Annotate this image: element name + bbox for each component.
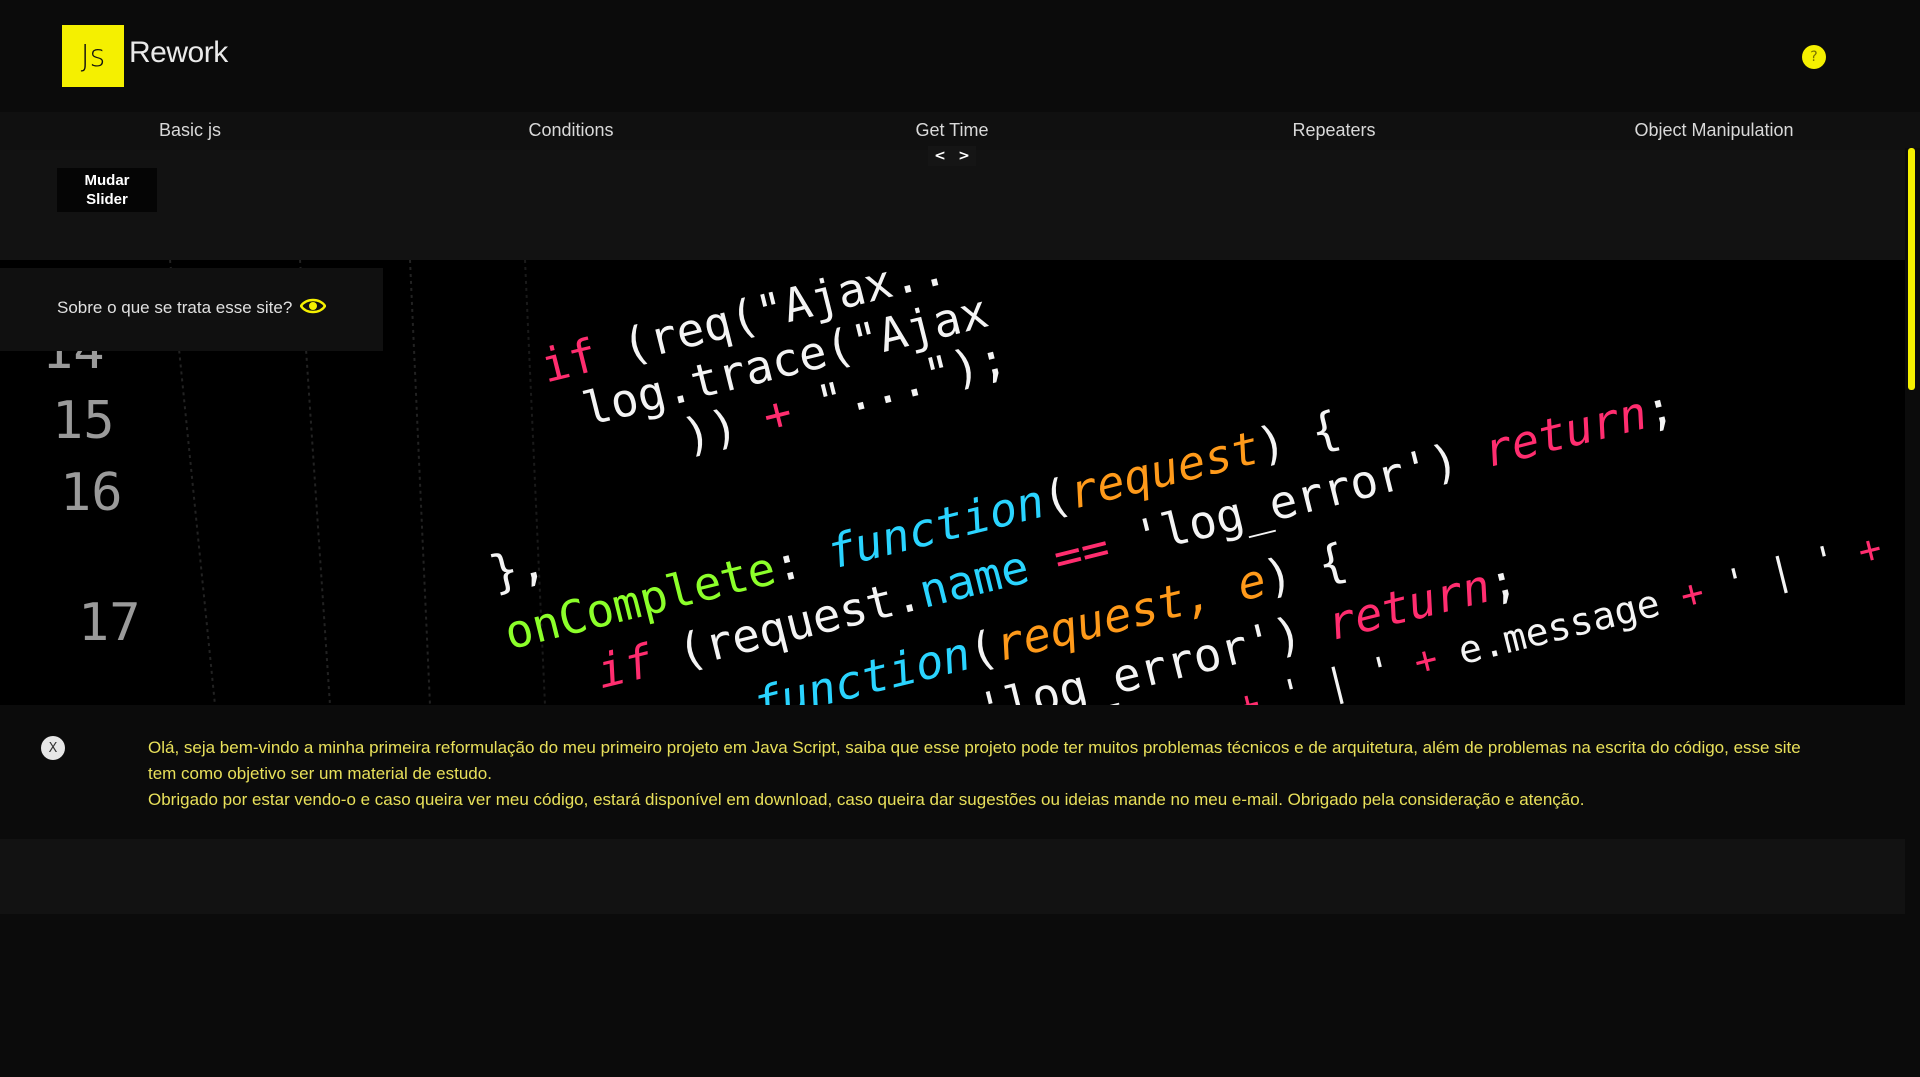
nav-item-conditions[interactable]: Conditions — [528, 120, 613, 141]
site-header: Js Rework ? — [0, 0, 1920, 112]
change-slider-button[interactable]: Mudar Slider — [57, 168, 157, 212]
change-slider-label-line2: Slider — [86, 191, 128, 208]
scrollbar-thumb[interactable] — [1908, 148, 1915, 390]
footer-band — [0, 839, 1905, 914]
logo-mark[interactable]: Js — [62, 25, 124, 87]
slider-panel — [0, 150, 1905, 260]
notice-paragraph: Olá, seja bem-vindo a minha primeira ref… — [148, 738, 1801, 783]
line-number: 17 — [78, 593, 141, 653]
slider-next-button[interactable]: > — [958, 148, 970, 164]
slider-arrows: < > — [928, 146, 976, 166]
line-number: 16 — [60, 463, 123, 523]
slider-prev-button[interactable]: < — [934, 148, 946, 164]
notice-paragraph: Obrigado por estar vendo-o e caso queira… — [148, 790, 1585, 809]
main-nav: Basic js Conditions Get Time Repeaters O… — [0, 112, 1920, 150]
line-number: 15 — [52, 391, 115, 451]
welcome-notice-text: Olá, seja bem-vindo a minha primeira ref… — [148, 735, 1828, 813]
nav-item-get-time[interactable]: Get Time — [915, 120, 988, 141]
help-icon[interactable]: ? — [1802, 45, 1826, 69]
about-box: Sobre o que se trata esse site? — [0, 268, 383, 351]
nav-item-repeaters[interactable]: Repeaters — [1292, 120, 1375, 141]
nav-item-basic-js[interactable]: Basic js — [159, 120, 221, 141]
change-slider-label-line1: Mudar — [84, 172, 130, 189]
about-question: Sobre o que se trata esse site? — [57, 298, 293, 317]
nav-item-object-manipulation[interactable]: Object Manipulation — [1634, 120, 1793, 141]
close-icon[interactable]: X — [41, 736, 65, 760]
logo-text[interactable]: Rework — [129, 36, 228, 70]
eye-icon[interactable] — [300, 297, 326, 315]
